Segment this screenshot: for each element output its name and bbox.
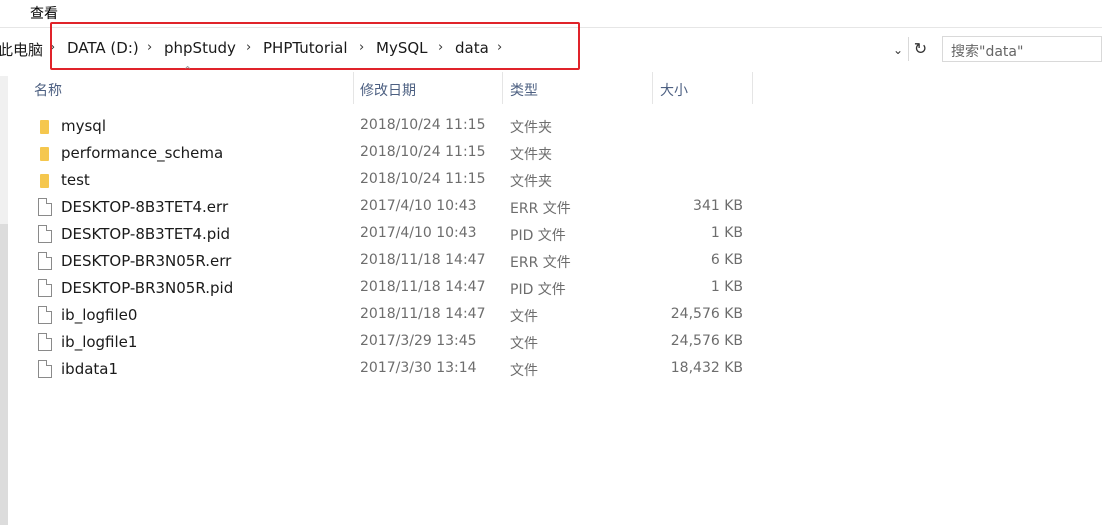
folder-icon <box>40 174 49 188</box>
column-divider[interactable] <box>502 72 503 104</box>
file-type: 文件夹 <box>510 174 552 190</box>
list-item[interactable]: DESKTOP-8B3TET4.pid 2017/4/10 10:43 PID 文件… <box>34 221 754 247</box>
file-type: ERR 文件 <box>510 201 571 217</box>
column-header-type[interactable]: 类型 <box>510 76 650 102</box>
file-icon <box>38 279 52 297</box>
file-modified-date: 2017/4/10 10:43 <box>360 198 477 214</box>
file-type: 文件 <box>510 309 538 325</box>
file-modified-date: 2018/11/18 14:47 <box>360 252 486 268</box>
file-name: DESKTOP-BR3N05R.err <box>61 252 232 270</box>
list-item[interactable]: ib_logfile0 2018/11/18 14:47 文件 24,576 KB <box>34 302 754 328</box>
file-type: 文件夹 <box>510 120 552 136</box>
column-header-name[interactable]: 名称 <box>34 76 354 102</box>
column-header-size[interactable]: 大小 <box>660 76 750 102</box>
file-type: 文件夹 <box>510 147 552 163</box>
file-size: 1 KB <box>710 225 743 241</box>
file-name: performance_schema <box>61 144 224 162</box>
file-icon <box>38 225 52 243</box>
refresh-icon[interactable]: ↻ <box>908 37 932 61</box>
file-size: 24,576 KB <box>670 306 743 322</box>
list-item[interactable]: DESKTOP-BR3N05R.pid 2018/11/18 14:47 PID 文… <box>34 275 754 301</box>
list-item[interactable]: ib_logfile1 2017/3/29 13:45 文件 24,576 KB <box>34 329 754 355</box>
list-item[interactable]: DESKTOP-BR3N05R.err 2018/11/18 14:47 ERR 文… <box>34 248 754 274</box>
file-type: PID 文件 <box>510 228 566 244</box>
file-modified-date: 2017/3/30 13:14 <box>360 360 477 376</box>
list-item[interactable]: ibdata1 2017/3/30 13:14 文件 18,432 KB <box>34 356 754 382</box>
file-icon <box>38 306 52 324</box>
file-name: ib_logfile0 <box>61 306 138 324</box>
file-size: 341 KB <box>693 198 743 214</box>
file-modified-date: 2017/4/10 10:43 <box>360 225 477 241</box>
menu-view[interactable]: 查看 <box>30 3 58 23</box>
column-header-date-label: 修改日期 <box>360 83 416 99</box>
search-input[interactable]: 搜索"data" <box>942 36 1102 62</box>
file-modified-date: 2018/11/18 14:47 <box>360 306 486 322</box>
search-placeholder: 搜索"data" <box>951 44 1024 60</box>
file-name: mysql <box>61 117 106 135</box>
file-size: 24,576 KB <box>670 333 743 349</box>
file-type: 文件 <box>510 336 538 352</box>
file-name: test <box>61 171 90 189</box>
column-header-date[interactable]: 修改日期 <box>360 76 500 102</box>
file-icon <box>38 360 52 378</box>
column-header-size-label: 大小 <box>660 83 688 99</box>
folder-icon <box>40 120 49 134</box>
file-type: ERR 文件 <box>510 255 571 271</box>
file-size: 1 KB <box>710 279 743 295</box>
file-modified-date: 2018/10/24 11:15 <box>360 117 486 133</box>
file-name: DESKTOP-8B3TET4.pid <box>61 225 231 243</box>
list-item[interactable]: mysql 2018/10/24 11:15 文件夹 <box>34 113 754 139</box>
file-size: 18,432 KB <box>670 360 743 376</box>
file-icon <box>38 333 52 351</box>
file-name: DESKTOP-BR3N05R.pid <box>61 279 234 297</box>
file-modified-date: 2017/3/29 13:45 <box>360 333 477 349</box>
column-header-type-label: 类型 <box>510 83 538 99</box>
scrollbar[interactable] <box>0 224 8 525</box>
column-divider[interactable] <box>652 72 653 104</box>
file-icon <box>38 252 52 270</box>
file-size: 6 KB <box>710 252 743 268</box>
list-item[interactable]: DESKTOP-8B3TET4.err 2017/4/10 10:43 ERR 文件… <box>34 194 754 220</box>
list-item[interactable]: test 2018/10/24 11:15 文件夹 <box>34 167 754 193</box>
folder-icon <box>40 147 49 161</box>
file-name: DESKTOP-8B3TET4.err <box>61 198 229 216</box>
file-name: ib_logfile1 <box>61 333 138 351</box>
column-divider[interactable] <box>752 72 753 104</box>
file-icon <box>38 198 52 216</box>
navigation-pane-edge <box>0 76 8 525</box>
file-modified-date: 2018/11/18 14:47 <box>360 279 486 295</box>
column-divider[interactable] <box>353 72 354 104</box>
file-modified-date: 2018/10/24 11:15 <box>360 144 486 160</box>
column-header-name-label: 名称 <box>34 83 62 99</box>
file-type: 文件 <box>510 363 538 379</box>
breadcrumb-this-pc[interactable]: 此电脑 <box>0 39 43 60</box>
chevron-down-icon[interactable]: ⌄ <box>888 40 908 60</box>
file-type: PID 文件 <box>510 282 566 298</box>
highlight-box <box>50 22 580 70</box>
list-item[interactable]: performance_schema 2018/10/24 11:15 文件夹 <box>34 140 754 166</box>
file-name: ibdata1 <box>61 360 119 378</box>
file-modified-date: 2018/10/24 11:15 <box>360 171 486 187</box>
